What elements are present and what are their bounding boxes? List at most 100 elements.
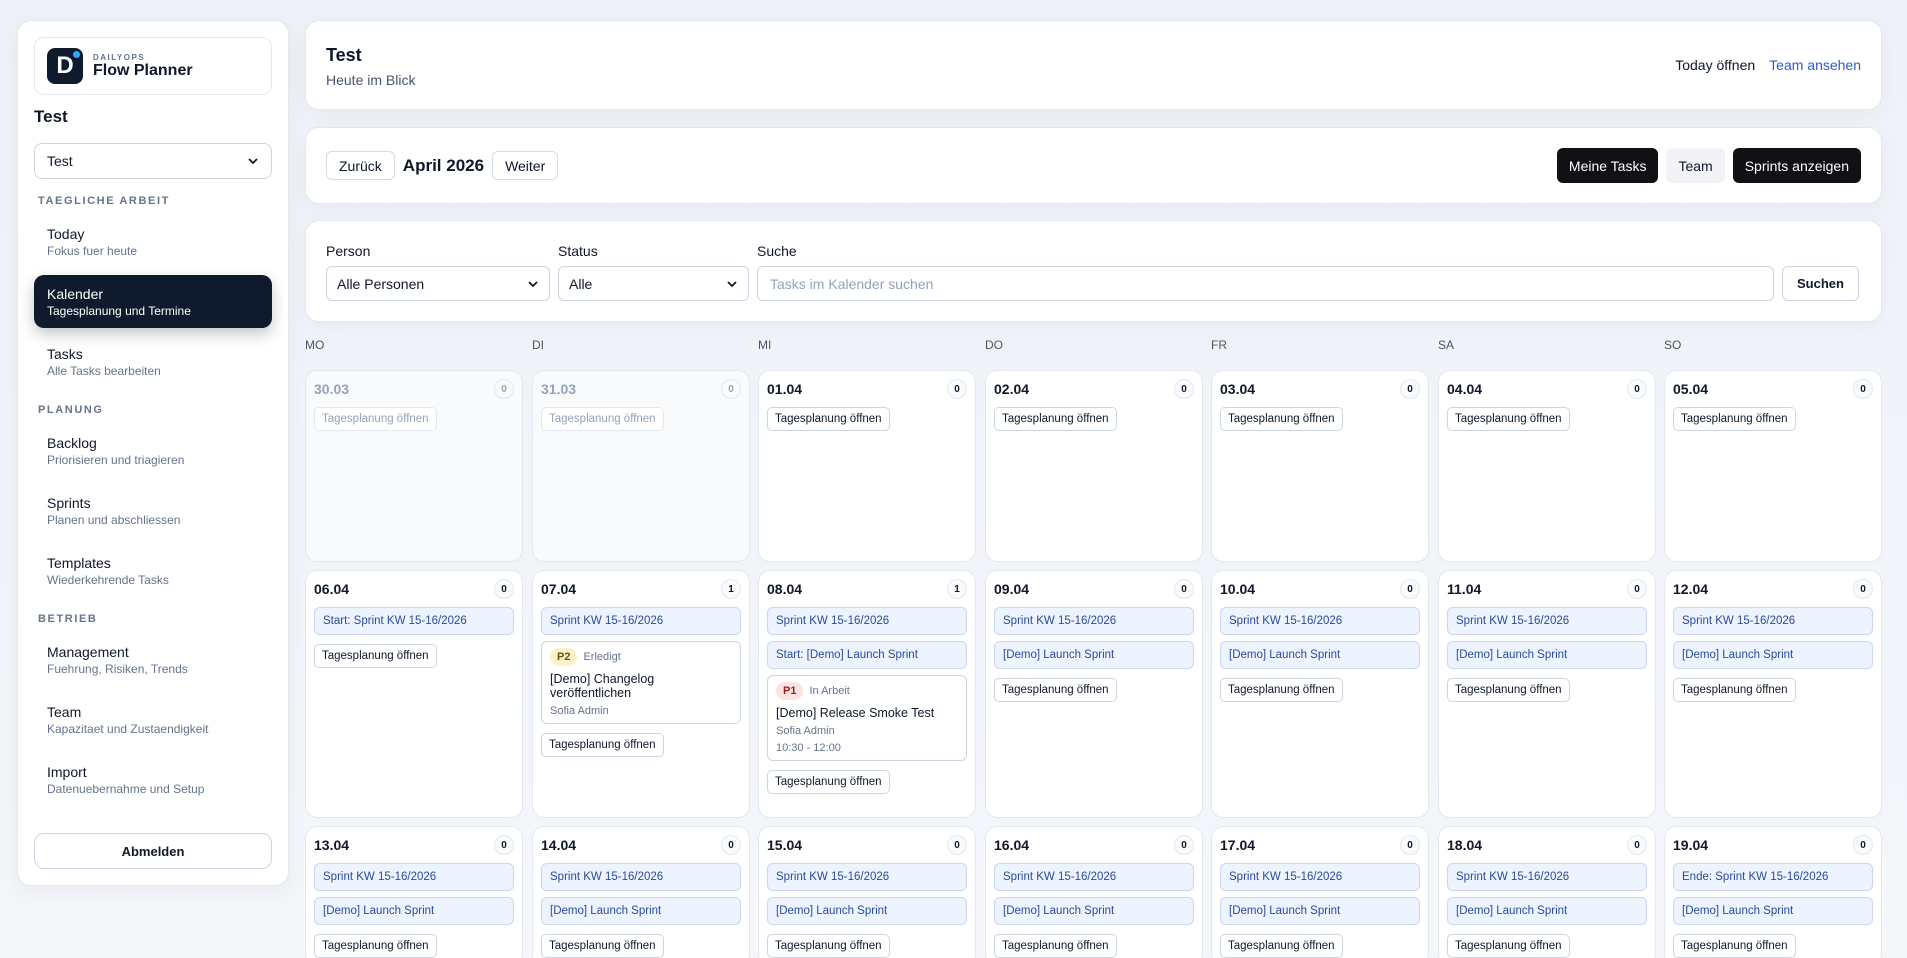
sprint-chip[interactable]: Sprint KW 15-16/2026: [541, 607, 741, 635]
open-day-plan-button[interactable]: Tagesplanung öffnen: [1447, 678, 1570, 702]
sprint-chip[interactable]: Sprint KW 15-16/2026: [767, 607, 967, 635]
open-day-plan-button[interactable]: Tagesplanung öffnen: [767, 770, 890, 794]
sidebar-item-management[interactable]: Management Fuehrung, Risiken, Trends: [34, 633, 272, 686]
calendar-day[interactable]: 30.03 0 Tagesplanung öffnen: [305, 370, 523, 562]
calendar-day[interactable]: 03.04 0 Tagesplanung öffnen: [1211, 370, 1429, 562]
search-button[interactable]: Suchen: [1782, 266, 1859, 301]
open-day-plan-button[interactable]: Tagesplanung öffnen: [541, 407, 664, 431]
brand[interactable]: D DAILYOPS Flow Planner: [34, 37, 272, 95]
open-day-plan-button[interactable]: Tagesplanung öffnen: [541, 934, 664, 958]
next-button[interactable]: Weiter: [492, 151, 559, 180]
search-input[interactable]: Tasks im Kalender suchen: [757, 266, 1774, 301]
day-header: 30.03 0: [314, 379, 514, 399]
sprint-chip[interactable]: Sprint KW 15-16/2026: [1220, 607, 1420, 635]
day-date: 10.04: [1220, 581, 1256, 597]
sprint-chip[interactable]: [Demo] Launch Sprint: [1447, 641, 1647, 669]
calendar-day[interactable]: 12.04 0 Sprint KW 15-16/2026 [Demo] Launch …: [1664, 570, 1882, 818]
calendar-day[interactable]: 19.04 0 Ende: Sprint KW 15-16/2026 [Demo] L…: [1664, 826, 1882, 958]
open-day-plan-button[interactable]: Tagesplanung öffnen: [541, 733, 664, 757]
my-tasks-button[interactable]: Meine Tasks: [1556, 148, 1659, 183]
sprint-chip[interactable]: [Demo] Launch Sprint: [1447, 897, 1647, 925]
sprint-chip[interactable]: [Demo] Launch Sprint: [994, 641, 1194, 669]
sprint-chip[interactable]: Sprint KW 15-16/2026: [1447, 863, 1647, 891]
calendar-day[interactable]: 11.04 0 Sprint KW 15-16/2026 [Demo] Launch …: [1438, 570, 1656, 818]
team-link[interactable]: Team ansehen: [1769, 57, 1861, 73]
sprint-chip[interactable]: [Demo] Launch Sprint: [767, 897, 967, 925]
day-header: 02.04 0: [994, 379, 1194, 399]
day-header: 04.04 0: [1447, 379, 1647, 399]
open-day-plan-button[interactable]: Tagesplanung öffnen: [1220, 678, 1343, 702]
calendar-day[interactable]: 16.04 0 Sprint KW 15-16/2026 [Demo] Launch …: [985, 826, 1203, 958]
open-day-plan-button[interactable]: Tagesplanung öffnen: [1673, 934, 1796, 958]
open-day-plan-button[interactable]: Tagesplanung öffnen: [994, 678, 1117, 702]
sprint-chip[interactable]: [Demo] Launch Sprint: [994, 897, 1194, 925]
sprint-chip[interactable]: [Demo] Launch Sprint: [541, 897, 741, 925]
sprint-chip[interactable]: Sprint KW 15-16/2026: [1220, 863, 1420, 891]
task-card[interactable]: P2 Erledigt [Demo] Changelog veröffentlich…: [541, 641, 741, 724]
open-day-plan-button[interactable]: Tagesplanung öffnen: [767, 934, 890, 958]
open-day-plan-button[interactable]: Tagesplanung öffnen: [767, 407, 890, 431]
sidebar-item-backlog[interactable]: Backlog Priorisieren und triagieren: [34, 424, 272, 477]
sprint-chip[interactable]: Start: Sprint KW 15-16/2026: [314, 607, 514, 635]
sidebar-item-kalender[interactable]: Kalender Tagesplanung und Termine: [34, 275, 272, 328]
sidebar-item-templates[interactable]: Templates Wiederkehrende Tasks: [34, 544, 272, 597]
sprint-chip[interactable]: [Demo] Launch Sprint: [1220, 641, 1420, 669]
sprint-chip[interactable]: Sprint KW 15-16/2026: [994, 863, 1194, 891]
calendar-day[interactable]: 01.04 0 Tagesplanung öffnen: [758, 370, 976, 562]
open-day-plan-button[interactable]: Tagesplanung öffnen: [1447, 934, 1570, 958]
open-day-plan-button[interactable]: Tagesplanung öffnen: [1673, 407, 1796, 431]
sidebar-item-import[interactable]: Import Datenuebernahme und Setup: [34, 753, 272, 806]
calendar-day[interactable]: 13.04 0 Sprint KW 15-16/2026 [Demo] Launch …: [305, 826, 523, 958]
calendar-day[interactable]: 08.04 1 Sprint KW 15-16/2026 Start: [Demo] …: [758, 570, 976, 818]
calendar-day[interactable]: 09.04 0 Sprint KW 15-16/2026 [Demo] Launch …: [985, 570, 1203, 818]
calendar-day[interactable]: 07.04 1 Sprint KW 15-16/2026 P2 Erledigt [Dem…: [532, 570, 750, 818]
sprint-chip[interactable]: Sprint KW 15-16/2026: [1673, 607, 1873, 635]
sprint-chip[interactable]: [Demo] Launch Sprint: [1673, 897, 1873, 925]
sprint-chip[interactable]: Sprint KW 15-16/2026: [767, 863, 967, 891]
sidebar-item-sprints[interactable]: Sprints Planen und abschliessen: [34, 484, 272, 537]
calendar-day[interactable]: 06.04 0 Start: Sprint KW 15-16/2026 Tagespl…: [305, 570, 523, 818]
day-header: 16.04 0: [994, 835, 1194, 855]
sidebar-item-tasks[interactable]: Tasks Alle Tasks bearbeiten: [34, 335, 272, 388]
sprint-chip[interactable]: [Demo] Launch Sprint: [314, 897, 514, 925]
open-day-plan-button[interactable]: Tagesplanung öffnen: [1673, 678, 1796, 702]
sprint-chip[interactable]: Sprint KW 15-16/2026: [1447, 607, 1647, 635]
workspace-select[interactable]: Test: [34, 143, 272, 179]
calendar-day[interactable]: 15.04 0 Sprint KW 15-16/2026 [Demo] Launch …: [758, 826, 976, 958]
calendar-day[interactable]: 10.04 0 Sprint KW 15-16/2026 [Demo] Launch …: [1211, 570, 1429, 818]
back-button[interactable]: Zurück: [326, 151, 395, 180]
calendar-day[interactable]: 02.04 0 Tagesplanung öffnen: [985, 370, 1203, 562]
sprint-chip[interactable]: Sprint KW 15-16/2026: [314, 863, 514, 891]
open-day-plan-button[interactable]: Tagesplanung öffnen: [994, 407, 1117, 431]
sidebar-item-team[interactable]: Team Kapazitaet und Zustaendigkeit: [34, 693, 272, 746]
calendar-day[interactable]: 18.04 0 Sprint KW 15-16/2026 [Demo] Launch …: [1438, 826, 1656, 958]
open-day-plan-button[interactable]: Tagesplanung öffnen: [314, 644, 437, 668]
filters: Person Alle Personen Status Alle Suche T…: [305, 220, 1882, 322]
sprint-chip[interactable]: Sprint KW 15-16/2026: [994, 607, 1194, 635]
today-link[interactable]: Today öffnen: [1675, 57, 1755, 73]
calendar-day[interactable]: 04.04 0 Tagesplanung öffnen: [1438, 370, 1656, 562]
sprint-chip[interactable]: Sprint KW 15-16/2026: [541, 863, 741, 891]
logout-button[interactable]: Abmelden: [34, 833, 272, 869]
sprint-chip[interactable]: Ende: Sprint KW 15-16/2026: [1673, 863, 1873, 891]
sprint-chip[interactable]: [Demo] Launch Sprint: [1673, 641, 1873, 669]
sprints-button[interactable]: Sprints anzeigen: [1732, 148, 1861, 183]
team-button[interactable]: Team: [1666, 148, 1725, 183]
open-day-plan-button[interactable]: Tagesplanung öffnen: [1220, 934, 1343, 958]
status-select[interactable]: Alle: [558, 266, 749, 301]
person-select[interactable]: Alle Personen: [326, 266, 550, 301]
calendar-day[interactable]: 17.04 0 Sprint KW 15-16/2026 [Demo] Launch …: [1211, 826, 1429, 958]
calendar-day[interactable]: 05.04 0 Tagesplanung öffnen: [1664, 370, 1882, 562]
sprint-chip[interactable]: Start: [Demo] Launch Sprint: [767, 641, 967, 669]
open-day-plan-button[interactable]: Tagesplanung öffnen: [314, 934, 437, 958]
sidebar-item-label: Sprints: [47, 494, 91, 511]
calendar-day[interactable]: 31.03 0 Tagesplanung öffnen: [532, 370, 750, 562]
open-day-plan-button[interactable]: Tagesplanung öffnen: [1220, 407, 1343, 431]
sprint-chip[interactable]: [Demo] Launch Sprint: [1220, 897, 1420, 925]
open-day-plan-button[interactable]: Tagesplanung öffnen: [1447, 407, 1570, 431]
sidebar-item-today[interactable]: Today Fokus fuer heute: [34, 215, 272, 268]
task-card[interactable]: P1 In Arbeit [Demo] Release Smoke Test Sofi…: [767, 675, 967, 761]
open-day-plan-button[interactable]: Tagesplanung öffnen: [994, 934, 1117, 958]
calendar-day[interactable]: 14.04 0 Sprint KW 15-16/2026 [Demo] Launch …: [532, 826, 750, 958]
open-day-plan-button[interactable]: Tagesplanung öffnen: [314, 407, 437, 431]
